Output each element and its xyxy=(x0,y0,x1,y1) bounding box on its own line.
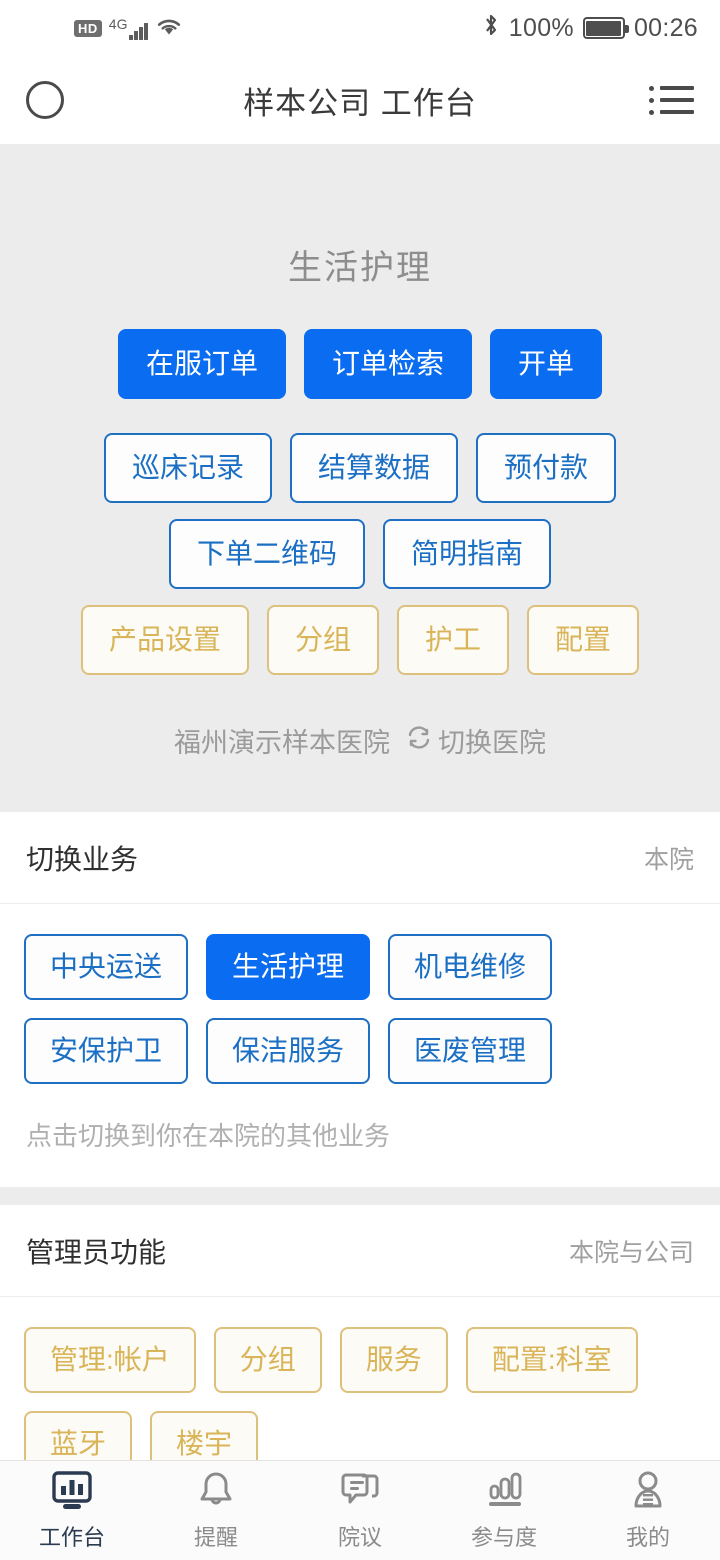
tab-reminders[interactable]: 提醒 xyxy=(144,1470,288,1552)
dashboard-icon xyxy=(49,1470,95,1514)
switch-business-title: 切换业务 xyxy=(26,843,139,875)
admin-button-louyu[interactable]: 楼宇 xyxy=(150,1411,259,1460)
admin-button-fenzu[interactable]: 分组 xyxy=(213,1327,322,1393)
hero-admin-action-row: 产品设置 分组 护工 配置 xyxy=(0,605,720,675)
clock-label: 00:26 xyxy=(633,13,698,42)
tab-discussion[interactable]: 院议 xyxy=(288,1470,432,1552)
business-button-baojiefuwu[interactable]: 保洁服务 xyxy=(206,1018,371,1084)
secondary-action-row-1: 巡床记录 结算数据 预付款 xyxy=(0,433,720,503)
admin-functions-grid: 管理:帐户 分组 服务 配置:科室 蓝牙 楼宇 xyxy=(24,1327,696,1460)
bar-chart-icon xyxy=(481,1470,527,1514)
action-button-fenzu[interactable]: 分组 xyxy=(266,605,379,675)
admin-functions-title: 管理员功能 xyxy=(26,1236,167,1268)
battery-percent-label: 100% xyxy=(508,13,574,42)
switch-business-header: 切换业务 本院 xyxy=(0,812,720,904)
bluetooth-icon xyxy=(482,11,500,46)
hospital-name-label: 福州演示样本医院 xyxy=(174,728,390,758)
scroll-body[interactable]: 生活护理 在服订单 订单检索 开单 巡床记录 结算数据 预付款 下单二维码 简明… xyxy=(0,144,720,1460)
action-button-kaidan[interactable]: 开单 xyxy=(490,329,603,399)
tab-profile-label: 我的 xyxy=(625,1524,670,1550)
admin-button-fuwu[interactable]: 服务 xyxy=(339,1327,448,1393)
network-type-label: 4G xyxy=(108,15,128,32)
signal-bars-icon: 4G xyxy=(109,17,148,40)
action-button-chanpinshezhi[interactable]: 产品设置 xyxy=(80,605,249,675)
business-grid: 中央运送 生活护理 机电维修 安保护卫 保洁服务 医废管理 xyxy=(24,934,696,1084)
bell-icon xyxy=(193,1470,239,1514)
swap-arrows-icon xyxy=(404,723,434,758)
person-icon xyxy=(625,1470,671,1514)
app-bar: 样本公司 工作台 xyxy=(0,56,720,144)
action-button-jiesuanshuju[interactable]: 结算数据 xyxy=(289,433,458,503)
admin-button-peizhi-keshi[interactable]: 配置:科室 xyxy=(465,1327,638,1393)
tab-profile[interactable]: 我的 xyxy=(576,1470,720,1552)
battery-icon xyxy=(582,17,629,39)
business-button-anbaohuwei[interactable]: 安保护卫 xyxy=(24,1018,189,1084)
chat-icon xyxy=(337,1470,383,1514)
tab-discussion-label: 院议 xyxy=(337,1524,382,1550)
page-title: 样本公司 工作台 xyxy=(243,85,477,121)
tab-engagement[interactable]: 参与度 xyxy=(432,1470,576,1552)
list-menu-icon[interactable] xyxy=(649,85,694,115)
action-button-jianmingzhinan[interactable]: 简明指南 xyxy=(383,519,552,589)
primary-action-row: 在服订单 订单检索 开单 xyxy=(0,329,720,399)
tab-engagement-label: 参与度 xyxy=(470,1524,537,1550)
switch-business-body: 中央运送 生活护理 机电维修 安保护卫 保洁服务 医废管理 xyxy=(0,904,720,1110)
hd-icon: HD xyxy=(74,19,102,37)
business-button-zhongyangyunsong[interactable]: 中央运送 xyxy=(24,934,189,1000)
switch-hospital-button[interactable]: 切换医院 xyxy=(404,721,546,760)
action-button-xunchuangjilu[interactable]: 巡床记录 xyxy=(103,433,272,503)
circle-icon[interactable] xyxy=(26,81,64,119)
status-bar: HD 4G 100% 00:26 xyxy=(0,0,720,56)
secondary-action-row-2: 下单二维码 简明指南 xyxy=(0,519,720,589)
admin-functions-header: 管理员功能 本院与公司 xyxy=(0,1205,720,1297)
phone-screen: HD 4G 100% 00:26 样本公司 工作台 生活护理 在服订单 订单检索… xyxy=(0,0,720,1560)
business-button-jidianweixiu[interactable]: 机电维修 xyxy=(388,934,553,1000)
signal-bars-glyph xyxy=(129,21,148,40)
switch-business-note: 点击切换到你在本院的其他业务 xyxy=(26,1121,391,1151)
action-button-hugong[interactable]: 护工 xyxy=(397,605,510,675)
switch-hospital-label: 切换医院 xyxy=(438,728,546,758)
business-button-yifeiguanli[interactable]: 医废管理 xyxy=(388,1018,553,1084)
hero-panel: 生活护理 在服订单 订单检索 开单 巡床记录 结算数据 预付款 下单二维码 简明… xyxy=(0,144,720,794)
action-button-peizhi[interactable]: 配置 xyxy=(527,605,640,675)
action-button-dingdanjiansuo[interactable]: 订单检索 xyxy=(303,329,472,399)
admin-button-lanya[interactable]: 蓝牙 xyxy=(24,1411,133,1460)
switch-business-card: 切换业务 本院 中央运送 生活护理 机电维修 安保护卫 保洁服务 医废管理 点击… xyxy=(0,812,720,1187)
admin-button-guanli-zhanghu[interactable]: 管理:帐户 xyxy=(24,1327,196,1393)
wifi-icon xyxy=(155,15,183,42)
admin-functions-body: 管理:帐户 分组 服务 配置:科室 蓝牙 楼宇 xyxy=(0,1297,720,1460)
action-button-yufukuan[interactable]: 预付款 xyxy=(476,433,617,503)
admin-functions-card: 管理员功能 本院与公司 管理:帐户 分组 服务 配置:科室 蓝牙 楼宇 xyxy=(0,1205,720,1460)
business-button-shenghuohuli[interactable]: 生活护理 xyxy=(206,934,371,1000)
status-bar-left: HD 4G xyxy=(74,15,183,42)
tab-reminders-label: 提醒 xyxy=(193,1524,238,1550)
action-button-zaifudingdan[interactable]: 在服订单 xyxy=(117,329,286,399)
tab-workbench[interactable]: 工作台 xyxy=(0,1470,144,1552)
tab-workbench-label: 工作台 xyxy=(38,1524,105,1550)
switch-business-scope: 本院 xyxy=(643,845,694,874)
admin-functions-scope: 本院与公司 xyxy=(568,1238,694,1267)
action-button-xiadanerweima[interactable]: 下单二维码 xyxy=(168,519,365,589)
business-name-heading: 生活护理 xyxy=(288,249,432,287)
bottom-tab-bar: 工作台 提醒 院议 参与度 我的 xyxy=(0,1460,720,1560)
status-bar-right: 100% 00:26 xyxy=(482,11,698,46)
hospital-line: 福州演示样本医院 切换医院 xyxy=(0,721,720,760)
